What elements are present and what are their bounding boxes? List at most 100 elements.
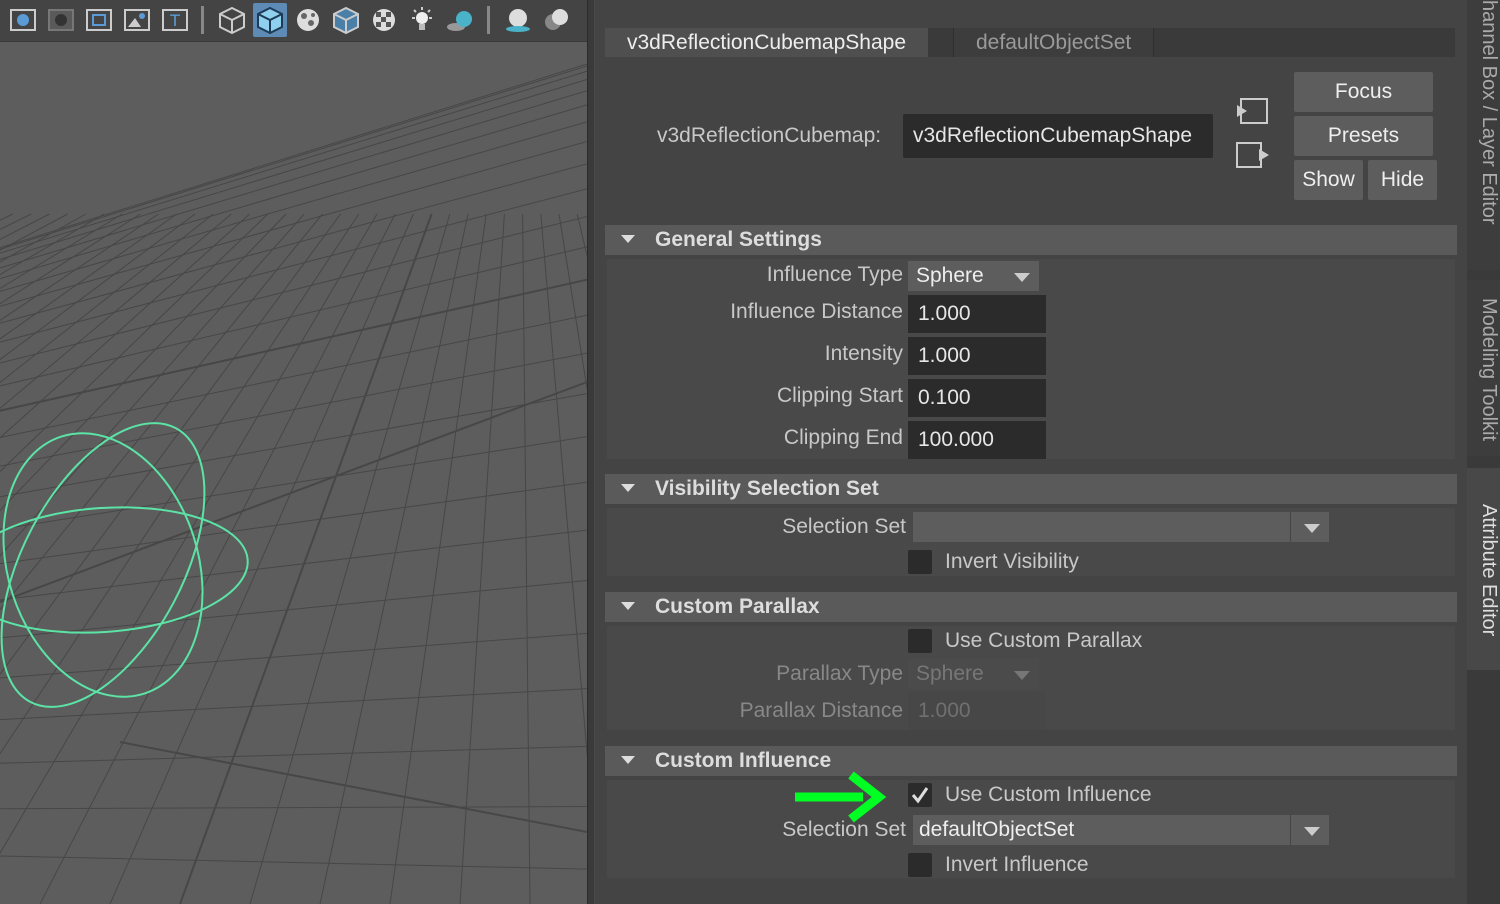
parallax-type-dropdown[interactable]: Sphere [908,659,1039,689]
influence-type-label: Influence Type [766,263,903,286]
panel-splitter[interactable] [587,0,595,904]
custom-influence-body: Use Custom Influence Selection Set defau… [607,780,1455,878]
collapse-triangle-icon [621,235,635,243]
grid-line [0,213,50,241]
grid-line [576,213,587,258]
wireframe-cube-icon[interactable] [215,3,249,37]
custom-parallax-header[interactable]: Custom Parallax [605,592,1457,622]
node-name-field[interactable]: v3dReflectionCubemapShape [903,114,1213,158]
grid-line [0,213,323,611]
chevron-down-icon [1304,827,1320,836]
grid-line [0,381,587,603]
output-connection-icon[interactable] [1235,140,1271,170]
parallax-distance-field[interactable]: 1.000 [908,692,1046,730]
influence-selection-set-value: defaultObjectSet [919,818,1075,841]
highlight-arrow-icon [795,771,887,823]
invert-visibility-label: Invert Visibility [945,550,1079,573]
intensity-label: Intensity [824,342,903,365]
use-custom-parallax-checkbox[interactable] [908,629,932,653]
wireframe-on-shaded-icon[interactable] [6,3,40,37]
grid-line [0,79,587,260]
clipping-start-field[interactable]: 0.100 [908,379,1046,417]
hide-button[interactable]: Hide [1368,160,1437,200]
xray-cube-icon[interactable] [329,3,363,37]
grid-line [0,104,587,280]
ground-grid [0,63,587,904]
grid-line [459,213,505,904]
grid-line [0,278,587,412]
clipping-end-label: Clipping End [783,426,903,449]
grid-line [0,436,587,530]
tab-modeling-toolkit[interactable]: Modeling Toolkit [1467,280,1500,456]
grid-line [540,213,587,759]
grid-line [0,855,587,870]
grid-line [0,213,87,263]
light-icon[interactable] [405,3,439,37]
influence-selection-set-dropdown[interactable]: defaultObjectSet [913,815,1329,845]
influence-distance-field[interactable]: 1.000 [908,295,1046,333]
grid-line [0,70,587,254]
chevron-down-icon [1014,273,1030,282]
parallax-type-label: Parallax Type [776,662,903,685]
viewport-canvas[interactable] [0,42,587,904]
invert-influence-checkbox[interactable] [908,853,932,877]
visibility-selection-set-dropdown[interactable] [913,512,1329,542]
viewport-panel[interactable]: T [0,0,587,904]
section-title: Visibility Selection Set [655,477,879,500]
presets-button[interactable]: Presets [1294,116,1433,156]
visibility-selection-set-body: Selection Set Invert Visibility [607,508,1455,576]
grid-line [0,90,587,269]
clipping-end-field[interactable]: 100.000 [908,421,1046,459]
node-tab-bar: v3dReflectionCubemapShape defaultObjectS… [605,28,1455,57]
show-button[interactable]: Show [1294,160,1363,200]
selection-set-label: Selection Set [782,515,906,538]
focus-button[interactable]: Focus [1294,72,1433,112]
invert-visibility-checkbox[interactable] [908,550,932,574]
chevron-down-icon [1014,671,1030,680]
grid-line [0,213,105,276]
grid-line [0,745,587,764]
grid-line [0,213,178,340]
tab-channel-box-layer-editor[interactable]: hannel Box / Layer Editor [1467,0,1500,270]
tab-default-object-set[interactable]: defaultObjectSet [953,28,1155,57]
ambient-occlusion-icon[interactable] [501,3,535,37]
custom-influence-header[interactable]: Custom Influence [605,746,1457,776]
general-settings-body: Influence Type Sphere Influence Distance… [607,259,1455,459]
tab-attribute-editor[interactable]: Attribute Editor [1467,468,1500,670]
visibility-selection-set-header[interactable]: Visibility Selection Set [605,474,1457,504]
checker-icon[interactable] [367,3,401,37]
dropdown-divider [1290,512,1291,542]
input-connection-icon[interactable] [1235,96,1271,126]
shaded-icon[interactable] [44,3,78,37]
dropdown-divider [1290,815,1291,845]
grid-line [0,65,587,250]
grid-line [109,213,414,904]
parallax-distance-label: Parallax Distance [739,699,903,722]
motion-blur-icon[interactable] [539,3,573,37]
svg-text:T: T [169,11,180,30]
grid-line [0,213,287,512]
influence-distance-label: Influence Distance [730,300,903,323]
grid-line [0,213,305,557]
influence-type-value: Sphere [916,264,984,287]
use-custom-influence-checkbox[interactable] [908,783,932,807]
smooth-shaded-cube-icon[interactable] [253,3,287,37]
shadow-icon[interactable] [443,3,477,37]
texture-icon[interactable]: T [158,3,192,37]
tab-v3d-reflection-cubemap-shape[interactable]: v3dReflectionCubemapShape [605,28,929,57]
checkmark-icon [911,787,929,804]
attribute-editor: v3dReflectionCubemapShape defaultObjectS… [595,0,1467,904]
section-title: General Settings [655,228,822,251]
influence-type-dropdown[interactable]: Sphere [908,261,1039,291]
isolate-icon[interactable] [291,3,325,37]
grid-line [0,481,587,565]
grid-line [0,632,587,679]
grid-line [389,213,487,904]
frame-icon[interactable] [82,3,116,37]
intensity-field[interactable]: 1.000 [908,337,1046,375]
grid-line [0,121,587,292]
custom-parallax-body: Use Custom Parallax Parallax Type Sphere… [607,626,1455,730]
image-plane-icon[interactable] [120,3,154,37]
invert-influence-label: Invert Influence [945,853,1089,876]
general-settings-header[interactable]: General Settings [605,225,1457,255]
